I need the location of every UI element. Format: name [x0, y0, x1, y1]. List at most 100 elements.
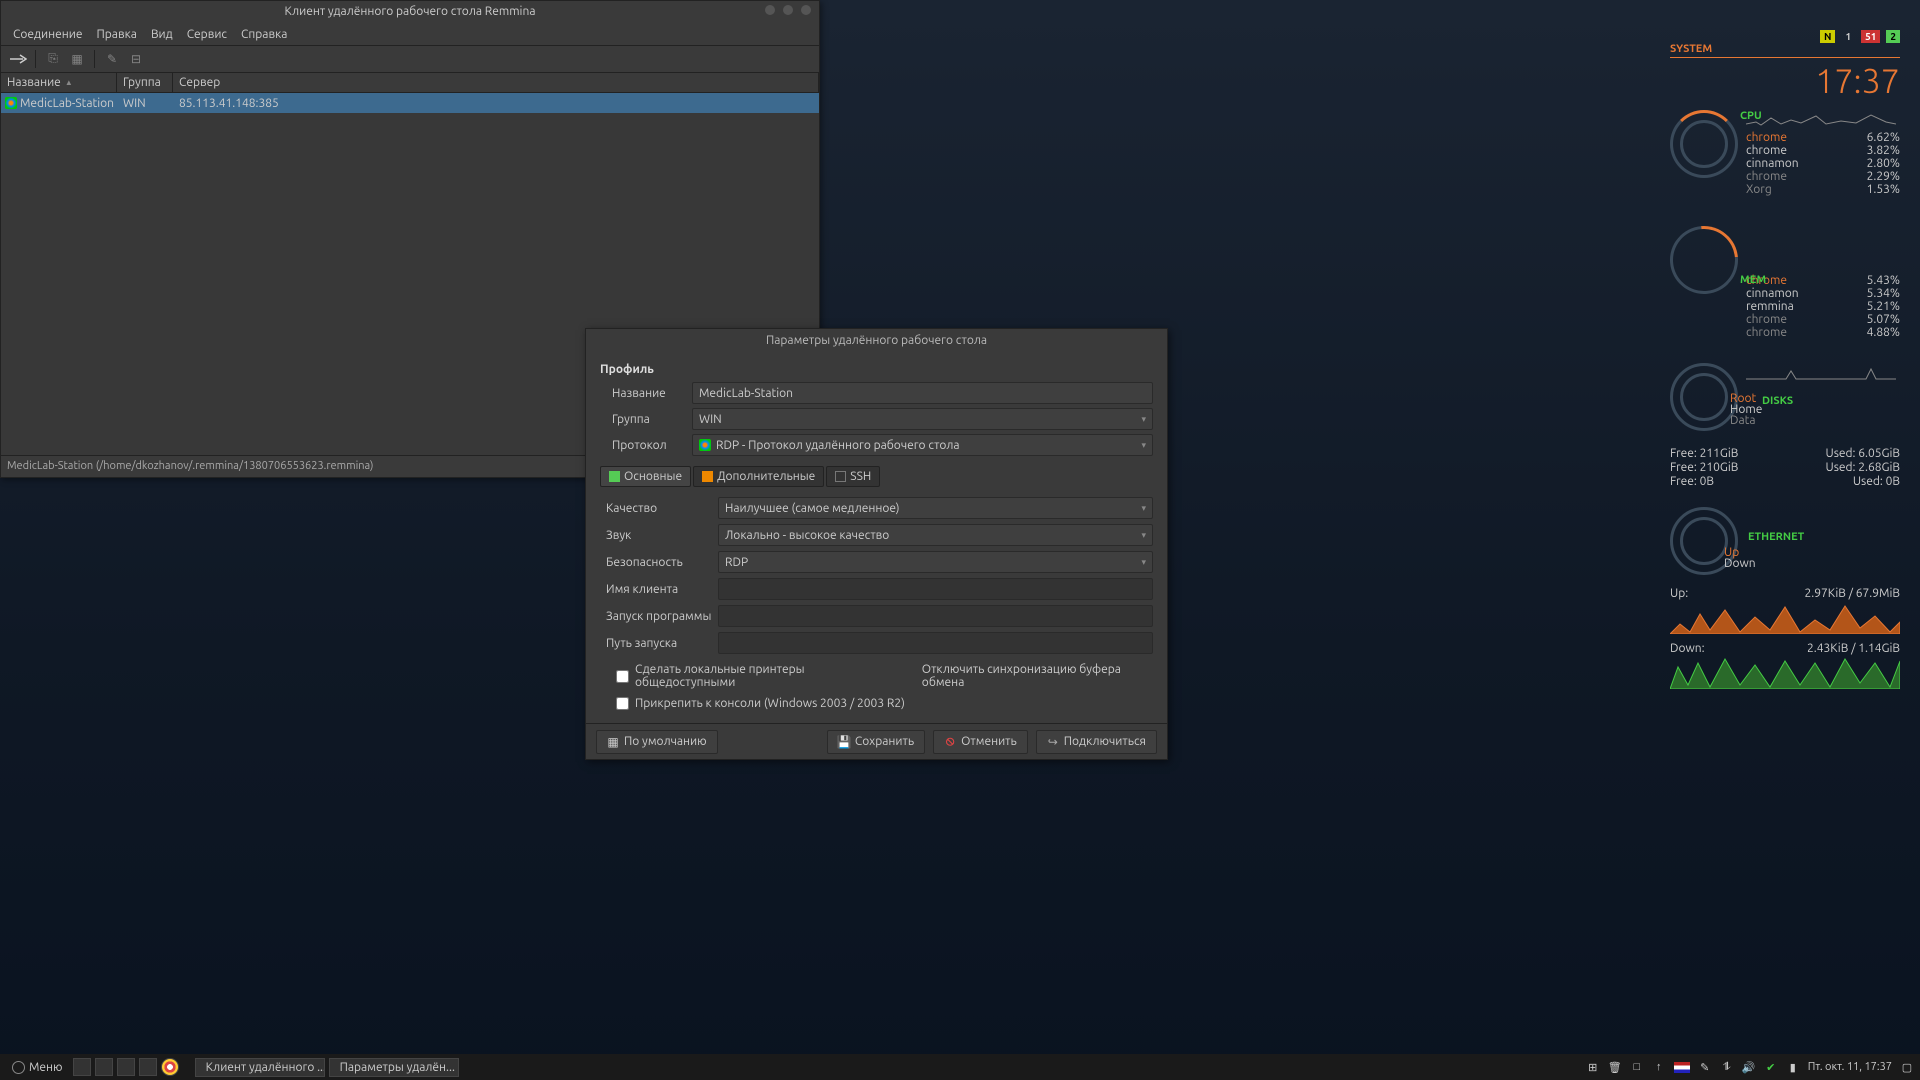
- mem-title: MEM: [1740, 274, 1766, 286]
- rdp-icon: [699, 439, 711, 451]
- keyboard-layout-icon[interactable]: [1674, 1062, 1690, 1073]
- tray-session-icon[interactable]: ▢: [1900, 1060, 1914, 1074]
- eth-up-stat-value: 2.97KiB / 67.9MiB: [1805, 587, 1900, 600]
- col-server[interactable]: Сервер: [173, 73, 819, 92]
- toolbar: ⎘ ▦ ✎ ⊟: [1, 45, 819, 73]
- proc-row: chrome4.88%: [1746, 326, 1900, 339]
- eth-down-graph-icon: [1670, 657, 1900, 689]
- close-button[interactable]: [801, 5, 811, 15]
- tray-battery-icon[interactable]: ▮: [1786, 1060, 1800, 1074]
- menu-view[interactable]: Вид: [145, 26, 179, 43]
- rdp-icon: [5, 97, 17, 109]
- sound-combo[interactable]: Локально - высокое качество: [718, 524, 1153, 546]
- save-button[interactable]: 💾Сохранить: [827, 730, 925, 754]
- protocol-combo[interactable]: RDP - Протокол удалённого рабочего стола: [692, 434, 1153, 456]
- quality-combo[interactable]: Наилучшее (самое медленное): [718, 497, 1153, 519]
- col-name[interactable]: Название▲: [1, 73, 117, 92]
- eth-up-graph-icon: [1670, 602, 1900, 634]
- launcher-app2-icon[interactable]: [139, 1058, 157, 1076]
- gear-icon: [12, 1061, 25, 1074]
- menu-help[interactable]: Справка: [235, 26, 293, 43]
- tab-extra[interactable]: Дополнительные: [693, 466, 824, 487]
- list-header: Название▲ Группа Сервер: [1, 73, 819, 93]
- proc-row: cinnamon2.80%: [1746, 157, 1900, 170]
- row-name: MedicLab-Station: [20, 97, 114, 110]
- cpu-sparkline-icon: [1746, 110, 1896, 128]
- menu-edit[interactable]: Правка: [91, 26, 143, 43]
- proc-row: chrome5.43%: [1746, 274, 1900, 287]
- cancel-icon: ⦸: [944, 736, 956, 748]
- menu-service[interactable]: Сервис: [181, 26, 233, 43]
- label-startprog: Запуск программы: [606, 610, 718, 623]
- disk-sparkline-icon: [1746, 363, 1896, 381]
- launcher-chrome-icon[interactable]: [161, 1058, 179, 1076]
- default-button[interactable]: ▦По умолчанию: [596, 730, 718, 754]
- tray-workspace-icon[interactable]: ⊞: [1586, 1060, 1600, 1074]
- name-input[interactable]: MedicLab-Station: [692, 382, 1153, 404]
- cancel-button[interactable]: ⦸Отменить: [933, 730, 1028, 754]
- tab-basic[interactable]: Основные: [600, 466, 691, 487]
- tray-clip-icon[interactable]: □: [1630, 1060, 1644, 1074]
- tag-51: 51: [1861, 30, 1880, 43]
- printers-label: Сделать локальные принтеры общедоступным…: [635, 663, 892, 689]
- tray-volume-icon[interactable]: 🔊: [1742, 1060, 1756, 1074]
- eth-up-stat-label: Up:: [1670, 587, 1688, 600]
- mem-block: chrome5.43%cinnamon5.34%remmina5.21%chro…: [1670, 226, 1900, 339]
- ethernet-block: Up Down ETHERNET Up:2.97KiB / 67.9MiB Do…: [1670, 507, 1900, 689]
- label-group: Группа: [612, 413, 692, 426]
- tray-update-icon[interactable]: ✔: [1764, 1060, 1778, 1074]
- proc-row: chrome5.07%: [1746, 313, 1900, 326]
- launcher-app1-icon[interactable]: [117, 1058, 135, 1076]
- tab-ssh[interactable]: SSH: [826, 466, 880, 487]
- proc-row: chrome2.29%: [1746, 170, 1900, 183]
- list-row-selected[interactable]: MedicLab-Station WIN 85.113.41.148:385: [1, 93, 819, 113]
- tag-1: 1: [1841, 30, 1855, 43]
- group-combo[interactable]: WIN: [692, 408, 1153, 430]
- system-header: SYSTEM: [1670, 43, 1900, 58]
- console-checkbox[interactable]: [616, 697, 629, 710]
- launcher-terminal-icon[interactable]: [95, 1058, 113, 1076]
- tray-notify-icon[interactable]: ✎: [1698, 1060, 1712, 1074]
- menu-connection[interactable]: Соединение: [7, 26, 89, 43]
- launcher-files-icon[interactable]: [73, 1058, 91, 1076]
- connect-button[interactable]: ↪Подключиться: [1036, 730, 1157, 754]
- cpu-title: CPU: [1740, 110, 1762, 122]
- taskbar-item-settings[interactable]: Параметры удалён...: [329, 1058, 459, 1077]
- connect-icon: ↪: [1047, 736, 1059, 748]
- eth-title: ETHERNET: [1748, 531, 1804, 543]
- tray-trash-icon[interactable]: 🗑: [1608, 1060, 1622, 1074]
- proc-row: cinnamon5.34%: [1746, 287, 1900, 300]
- disks-title: DISKS: [1762, 395, 1793, 407]
- tray-up-icon[interactable]: ↑: [1652, 1060, 1666, 1074]
- tray-network-icon[interactable]: ⥮: [1720, 1060, 1734, 1074]
- col-group[interactable]: Группа: [117, 73, 173, 92]
- startprog-input[interactable]: [718, 605, 1153, 627]
- terminal-icon: [835, 471, 846, 482]
- client-input[interactable]: [718, 578, 1153, 600]
- connect-icon[interactable]: [7, 48, 29, 70]
- new-icon[interactable]: ▦: [66, 48, 88, 70]
- start-menu-button[interactable]: Меню: [6, 1058, 69, 1077]
- tag-n: N: [1820, 30, 1835, 43]
- delete-icon[interactable]: ⊟: [125, 48, 147, 70]
- copy-icon[interactable]: ⎘: [42, 48, 64, 70]
- row-server: 85.113.41.148:385: [173, 97, 279, 110]
- label-sound: Звук: [606, 529, 718, 542]
- maximize-button[interactable]: [783, 5, 793, 15]
- edit-icon[interactable]: ✎: [101, 48, 123, 70]
- orange-square-icon: [702, 471, 713, 482]
- label-startpath: Путь запуска: [606, 637, 718, 650]
- taskbar-clock[interactable]: Пт. окт. 11, 17:37: [1808, 1061, 1892, 1073]
- proc-row: remmina5.21%: [1746, 300, 1900, 313]
- taskbar: Меню Клиент удалённого ... Параметры уда…: [0, 1054, 1920, 1080]
- tag-2: 2: [1886, 30, 1900, 43]
- settings-dialog: Параметры удалённого рабочего стола Проф…: [585, 328, 1168, 760]
- eth-ring2-icon: [1680, 517, 1728, 565]
- console-label: Прикрепить к консоли (Windows 2003 / 200…: [635, 697, 905, 710]
- startpath-input[interactable]: [718, 632, 1153, 654]
- disk-row: Free: 211GiBUsed: 6.05GiB: [1670, 447, 1900, 461]
- taskbar-item-remmina[interactable]: Клиент удалённого ...: [195, 1058, 325, 1077]
- minimize-button[interactable]: [765, 5, 775, 15]
- security-combo[interactable]: RDP: [718, 551, 1153, 573]
- printers-checkbox[interactable]: [616, 670, 629, 683]
